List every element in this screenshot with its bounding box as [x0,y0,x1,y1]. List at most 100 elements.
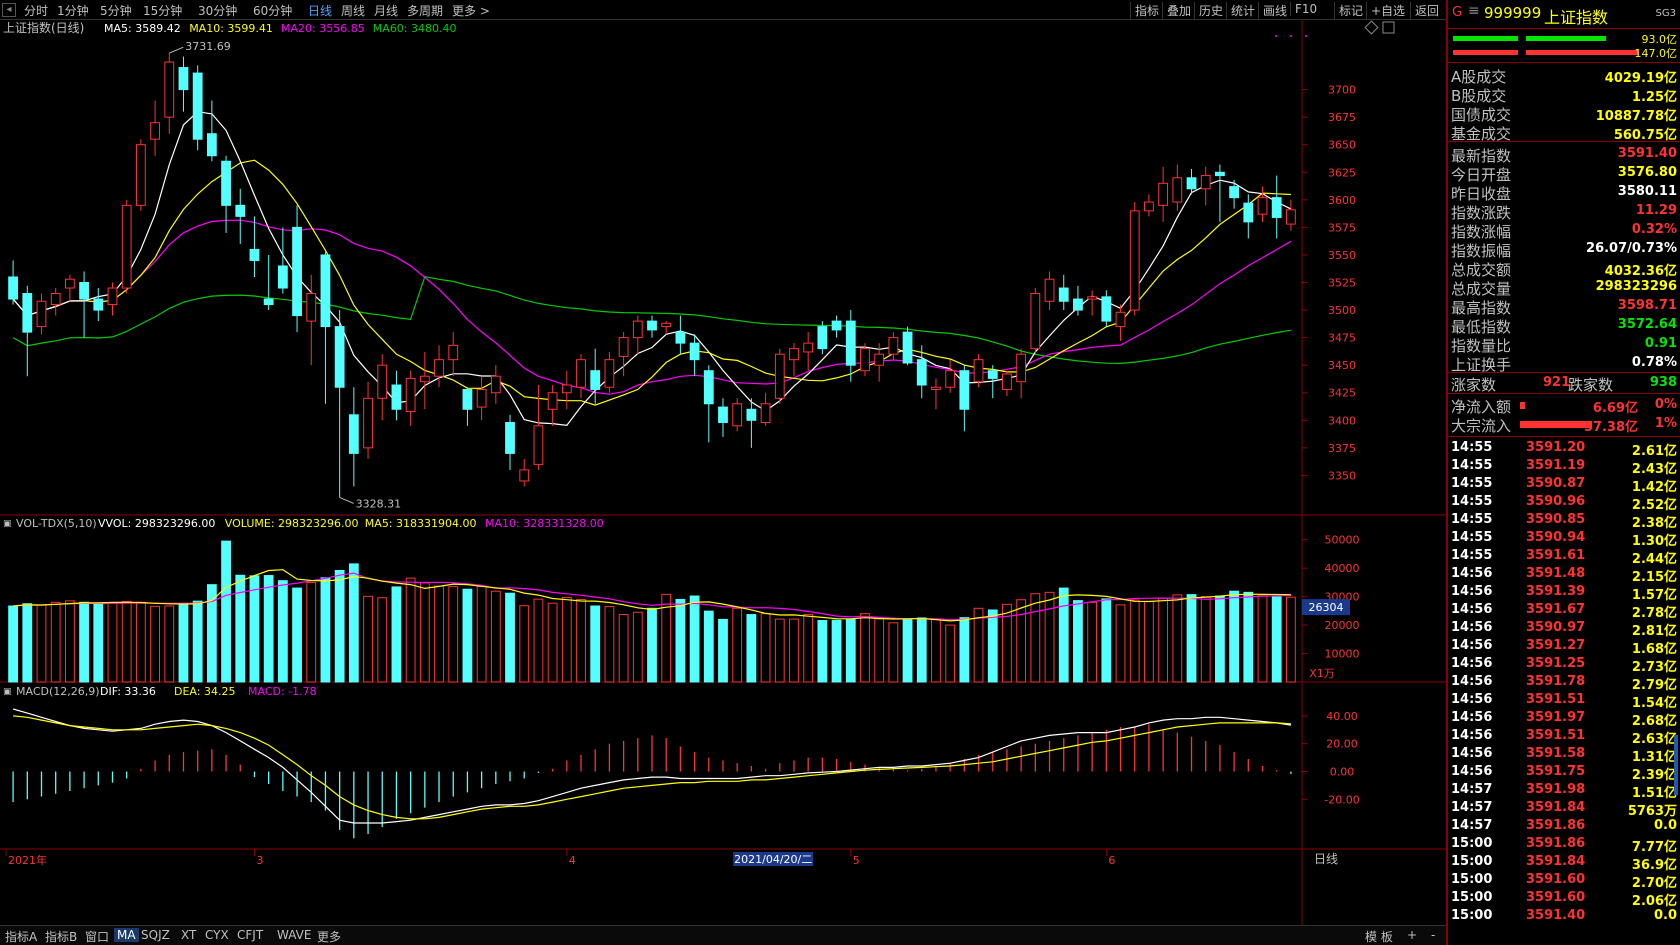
tool-button[interactable]: 标记 [1334,2,1363,19]
menu-icon[interactable]: ≡ [1468,3,1480,19]
ma-legend: MA60: 3480.40 [373,22,457,35]
period-tab[interactable]: 日线 [308,2,332,19]
tool-button[interactable]: 叠加 [1162,2,1191,19]
tool-button[interactable]: 历史 [1194,2,1223,19]
tick-price: 3591.86 [1526,818,1586,833]
period-tab[interactable]: 月线 [374,2,398,19]
volume-bar [632,611,643,683]
tool-button[interactable]: 指标 [1130,2,1159,19]
volume-legend: VVOL: 298323296.00 [98,517,215,530]
tick-price: 3591.51 [1526,692,1586,707]
tick-row: 14:56 3591.67 2.78亿 [1448,602,1680,621]
stat-row: 昨日收盘 3580.11 [1448,183,1680,203]
collapse-icon[interactable]: ◂ [2,3,16,17]
down-count: 938 [1649,375,1677,390]
window-icon [1382,21,1395,34]
tool-button[interactable]: F10 [1290,2,1317,16]
tick-row: 14:55 3590.94 1.30亿 [1448,530,1680,549]
y-tick-label: 3650 [1328,139,1356,152]
tool-button[interactable]: 统计 [1226,2,1255,19]
candle-body [391,384,402,410]
tool-button[interactable]: +自选 [1366,2,1405,19]
volume-bar [64,600,75,683]
y-tick-label: 3500 [1328,304,1356,317]
volume-bar [249,575,260,683]
indicator-tab[interactable]: 指标B [42,928,80,945]
period-tab[interactable]: 15分钟 [143,2,182,19]
tool-button[interactable]: 画线 [1258,2,1287,19]
period-tab[interactable]: 更多 > [452,2,490,19]
indicator-tab[interactable]: XT [178,928,199,942]
zoom-out-button[interactable]: - [1428,928,1438,942]
indicator-tab[interactable]: 指标A [2,928,40,945]
zoom-in-button[interactable]: + [1404,928,1420,942]
volume-bar [263,575,274,683]
stat-label: 指数振幅 [1451,242,1512,260]
tick-price: 3591.75 [1526,764,1586,779]
dot-marker [1305,35,1307,37]
period-tab[interactable]: 分时 [24,2,48,19]
tick-time: 14:57 [1451,782,1493,797]
candle-body [959,370,970,410]
period-tab[interactable]: 1分钟 [57,2,89,19]
high-marker-line [169,46,184,54]
y-tick-label: 3375 [1328,442,1356,455]
period-tab[interactable]: 60分钟 [253,2,292,19]
macd-legend: DEA: 34.25 [174,685,235,698]
candle-body [533,425,544,465]
tick-volume: 7.77亿 [1631,840,1677,855]
turnover-label: A股成交 [1451,68,1507,86]
indicator-tab[interactable]: MA [114,928,139,942]
period-tab[interactable]: 周线 [341,2,365,19]
volume-bar [8,605,19,683]
stat-label: 最高指数 [1451,299,1512,317]
tick-scrollbar[interactable] [1674,735,1678,795]
period-tab[interactable]: 5分钟 [100,2,132,19]
tick-row: 14:56 3591.51 2.63亿 [1448,728,1680,747]
indicator-tab[interactable]: 窗口 [82,928,112,945]
period-tab[interactable]: 多周期 [407,2,443,19]
tool-button[interactable]: 返回 [1410,2,1439,19]
candle-body [135,144,146,206]
volume-bar [448,586,459,683]
candle-body [36,300,47,328]
tick-row: 14:56 3591.75 2.39亿 [1448,764,1680,783]
indicator-tab[interactable]: WAVE [274,928,314,942]
kline-chart-area[interactable]: 3700 3675 3650 3625 3600 3575 3550 3525 3500 3475… [0,20,1446,925]
volume-bar [1129,599,1140,683]
candle-body [363,397,373,449]
period-tab[interactable]: 30分钟 [198,2,237,19]
x-tick-label: 6 [1108,854,1115,867]
volume-bar [533,598,544,683]
tick-time: 14:56 [1451,710,1493,725]
indicator-tab[interactable]: 更多 [314,928,344,945]
stat-value: 26.07/0.73% [1586,241,1677,256]
tick-time: 14:56 [1451,602,1493,617]
volume-bar [1016,599,1027,683]
indicator-tab[interactable]: SQJZ [138,928,173,942]
candle-body [1186,177,1197,190]
indicator-tabbar: 指标A 指标B 窗口 MA SQJZ XT CYX CFJT WAVE 更多 模 板 + - [0,925,1446,945]
template-button[interactable]: 模 板 [1362,928,1396,945]
index-name: 上证指数 [1544,8,1609,27]
candle-body [718,406,728,424]
dot-marker [1275,35,1277,37]
candle-body [561,384,572,394]
volume-bar [135,601,146,683]
tick-time: 14:56 [1451,674,1493,689]
indicator-tab[interactable]: CFJT [234,928,266,942]
volume-bar [462,588,473,683]
candle-body [1030,293,1041,350]
tick-time: 14:57 [1451,800,1493,815]
candle-body [292,226,302,317]
index-code: 999999 [1484,4,1542,22]
tick-time: 14:56 [1451,746,1493,761]
chart-canvas[interactable]: 3700 3675 3650 3625 3600 3575 3550 3525 3500 3475… [0,20,1446,925]
volume-bar [1186,594,1197,683]
stat-value: 0.91 [1644,336,1677,351]
tick-row: 14:57 3591.98 1.51亿 [1448,782,1680,801]
volume-unit-label: X1万 [1309,667,1335,680]
tick-volume: 36.9亿 [1631,858,1677,873]
volume-bar [505,592,515,683]
indicator-tab[interactable]: CYX [202,928,232,942]
